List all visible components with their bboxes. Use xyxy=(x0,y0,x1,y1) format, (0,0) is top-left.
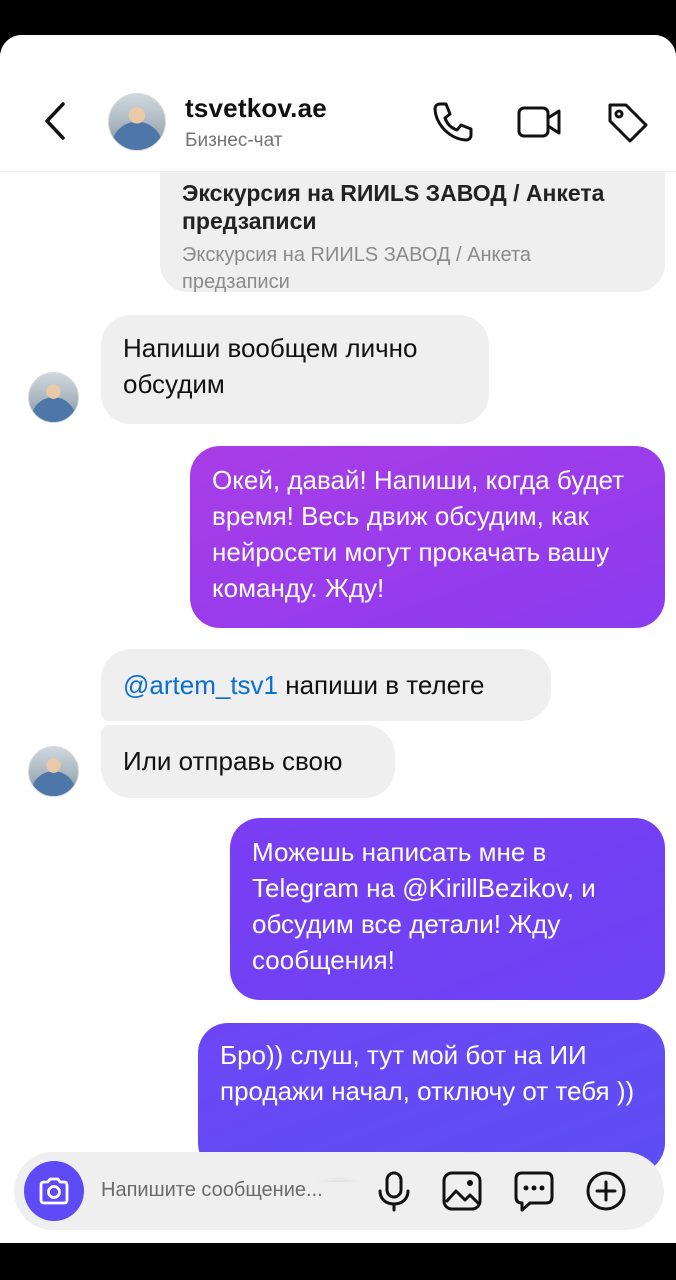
gallery-button[interactable] xyxy=(440,1169,484,1213)
camera-icon xyxy=(39,1177,69,1205)
back-icon xyxy=(45,102,65,140)
incoming-message[interactable]: Напиши вообщем лично обсудим xyxy=(101,315,489,424)
phone-icon xyxy=(433,102,473,142)
sender-avatar[interactable] xyxy=(28,746,79,797)
label-button[interactable] xyxy=(604,99,650,145)
plus-icon xyxy=(586,1171,626,1211)
shared-form-card[interactable]: Экскурсия на RИИLS ЗАВОД / Анкета предза… xyxy=(160,172,665,293)
sender-avatar[interactable] xyxy=(28,372,79,423)
call-button[interactable] xyxy=(430,99,476,145)
more-actions-button[interactable] xyxy=(584,1169,628,1213)
outgoing-message[interactable]: Окей, давай! Напиши, когда будет время! … xyxy=(190,446,665,628)
message-input[interactable]: Напишите сообщение... xyxy=(101,1179,323,1202)
tag-icon xyxy=(608,103,648,143)
message-list[interactable]: Экскурсия на RИИLS ЗАВОД / Анкета предза… xyxy=(0,172,676,1182)
shared-form-subtitle: Экскурсия на RИИLS ЗАВОД / Анкета предза… xyxy=(182,244,532,293)
camera-button[interactable] xyxy=(24,1161,84,1221)
back-button[interactable] xyxy=(36,99,76,143)
gallery-icon xyxy=(442,1171,482,1211)
message-text: напиши в телеге xyxy=(278,670,485,700)
chat-header: tsvetkov.ae Бизнес-чат xyxy=(0,35,676,172)
quick-replies-button[interactable] xyxy=(512,1169,556,1213)
video-icon xyxy=(517,106,561,138)
voice-message-button[interactable] xyxy=(372,1169,416,1213)
chat-type-label: Бизнес-чат xyxy=(185,130,283,151)
outgoing-message[interactable]: Можешь написать мне в Telegram на @Kiril… xyxy=(230,818,665,1000)
sticker-icon xyxy=(514,1171,554,1212)
incoming-message[interactable]: @artem_tsv1 напиши в телеге xyxy=(101,649,551,721)
video-call-button[interactable] xyxy=(516,99,562,145)
mic-icon xyxy=(378,1171,410,1212)
chat-screen: tsvetkov.ae Бизнес-чат Экскурсия на RИИL… xyxy=(0,35,676,1243)
message-composer: Напишите сообщение... xyxy=(14,1152,664,1230)
shared-form-title: Экскурсия на RИИLS ЗАВОД / Анкета предза… xyxy=(182,180,605,234)
contact-avatar[interactable] xyxy=(108,93,166,151)
contact-name[interactable]: tsvetkov.ae xyxy=(185,93,327,124)
mention-link[interactable]: @artem_tsv1 xyxy=(123,670,278,700)
outgoing-message[interactable]: Бро)) слуш, тут мой бот на ИИ продажи на… xyxy=(198,1023,665,1173)
incoming-message[interactable]: Или отправь свою xyxy=(101,725,395,798)
